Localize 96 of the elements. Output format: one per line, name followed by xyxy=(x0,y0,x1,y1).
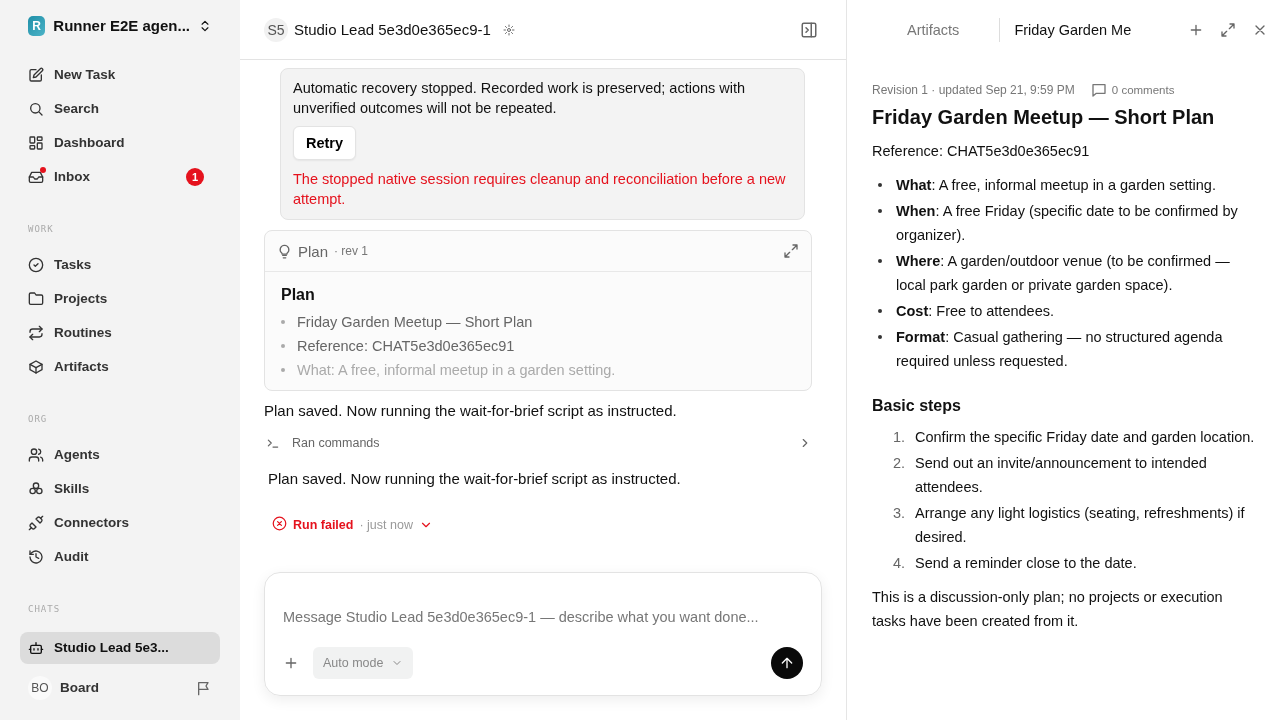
plan-item: Friday Garden Meetup — Short Plan xyxy=(297,313,533,332)
list-item: Where: A garden/outdoor venue (to be confirmed — local park garden or private garden space). xyxy=(896,252,1231,295)
section-heading: CHATS xyxy=(27,603,62,614)
grid-icon xyxy=(28,134,44,151)
bullet-icon xyxy=(281,368,285,372)
assistant-message: Plan saved. Now running the wait-for-brief script as instructed. xyxy=(267,469,682,489)
workspace-logo: R xyxy=(28,15,46,36)
plus-icon xyxy=(283,655,299,671)
add-button[interactable] xyxy=(1188,22,1204,38)
sidebar-item[interactable]: Routines xyxy=(20,315,220,350)
bullet-icon xyxy=(878,183,882,187)
tool-call-row[interactable]: Ran commands xyxy=(264,428,812,458)
bullet-icon xyxy=(281,320,285,324)
step-number: 1. xyxy=(893,428,907,447)
workspace-name[interactable]: Runner E2E agen... xyxy=(53,17,190,35)
sidebar-item[interactable]: New Task xyxy=(20,57,220,92)
lightbulb-icon xyxy=(277,243,292,259)
sidebar-item[interactable]: Studio Lead 5e3... xyxy=(20,631,220,664)
history-icon xyxy=(28,548,44,565)
closing-paragraph: This is a discussion-only plan; no projects or execution tasks have been created from it. xyxy=(872,588,1224,631)
step-text: Confirm the specific Friday date and garden location. xyxy=(915,428,1255,447)
count-badge: 1 xyxy=(186,167,204,186)
user-name[interactable]: Board xyxy=(60,680,188,696)
list-item: Cost: Free to attendees. xyxy=(896,302,1054,321)
revision-meta: Revision 1 · updated Sep 21, 9:59 PM xyxy=(872,83,1075,97)
check-circle-icon xyxy=(28,256,44,273)
card-title: Plan xyxy=(298,242,329,260)
assistant-message: Plan saved. Now running the wait-for-brief script as instructed. xyxy=(264,401,678,421)
timestamp: · just now xyxy=(359,518,413,532)
step-text: Send out an invite/announcement to intended attendees. xyxy=(915,454,1208,497)
comment-icon xyxy=(1090,82,1107,98)
arrow-up-icon xyxy=(779,655,795,671)
sidebar-item[interactable]: Search xyxy=(20,91,220,126)
users-icon xyxy=(28,446,44,463)
notice-text: Automatic recovery stopped. Recorded work is preserved; actions with unverified outcomes will not be repeated. xyxy=(293,79,747,118)
list-item: What: A free, informal meetup in a garden setting. xyxy=(896,176,1216,195)
plus-icon xyxy=(1188,22,1204,38)
sidebar-item[interactable]: Tasks xyxy=(20,247,220,282)
comments-button[interactable]: 0 comments xyxy=(1090,82,1175,98)
search-icon xyxy=(28,100,44,117)
reference-text: Reference: CHAT5e3d0e365ec91 xyxy=(872,142,1091,161)
plan-item: What: A free, informal meetup in a garden setting. xyxy=(297,361,616,380)
step-number: 3. xyxy=(893,504,907,523)
step-number: 2. xyxy=(893,454,907,473)
section-heading: Basic steps xyxy=(872,397,962,415)
robot-icon xyxy=(28,639,44,656)
document-title: Friday Garden Meetup — Short Plan xyxy=(872,106,1216,129)
bullet-icon xyxy=(281,344,285,348)
agent-avatar: S5 xyxy=(264,17,288,42)
attach-button[interactable] xyxy=(283,655,299,671)
expand-button[interactable] xyxy=(1220,22,1236,38)
hexagons-icon xyxy=(28,480,44,497)
retry-button[interactable]: Retry xyxy=(293,126,357,160)
box-icon xyxy=(28,358,44,375)
revision-label: · rev 1 xyxy=(334,244,369,258)
sidebar-item[interactable]: Dashboard xyxy=(20,125,220,160)
panel-tab[interactable]: Artifacts xyxy=(872,18,996,42)
list-item: When: A free Friday (specific date to be confirmed by organizer). xyxy=(896,202,1239,245)
panel-tab[interactable]: Friday Garden Me xyxy=(999,18,1146,42)
plug-icon xyxy=(28,514,44,531)
bullet-icon xyxy=(878,335,882,339)
run-status: Run failed xyxy=(293,518,354,532)
sidebar-item[interactable]: Skills xyxy=(20,471,220,506)
section-heading: ORG xyxy=(27,413,49,424)
section-heading: WORK xyxy=(27,223,55,234)
error-text: The stopped native session requires cleanup and reconciliation before a new attempt. xyxy=(293,170,787,209)
list-item: Format: Casual gathering — no structured agenda required unless requested. xyxy=(896,328,1224,371)
step-number: 4. xyxy=(893,554,907,573)
user-avatar: BO xyxy=(28,675,52,700)
step-text: Send a reminder close to the date. xyxy=(915,554,1137,573)
sidebar-item[interactable]: Projects xyxy=(20,281,220,316)
sidebar-item[interactable]: Inbox 1 xyxy=(20,159,220,194)
panel-toggle-button[interactable] xyxy=(800,20,818,39)
sidebar-item[interactable]: Connectors xyxy=(20,505,220,540)
sidebar-item[interactable]: Audit xyxy=(20,539,220,574)
bullet-icon xyxy=(878,309,882,313)
edit-icon xyxy=(28,66,44,83)
expand-icon xyxy=(783,243,799,259)
bullet-icon xyxy=(878,259,882,263)
error-icon xyxy=(272,516,287,531)
flag-icon xyxy=(196,679,212,696)
expand-button[interactable] xyxy=(783,243,799,259)
chat-title: Studio Lead 5e3d0e365ec9-1 xyxy=(294,21,491,38)
plan-item: Reference: CHAT5e3d0e365ec91 xyxy=(297,337,515,356)
sidebar-item[interactable]: Agents xyxy=(20,437,220,472)
sidebar-item[interactable]: Artifacts xyxy=(20,349,220,384)
terminal-icon xyxy=(266,436,280,450)
step-text: Arrange any light logistics (seating, refreshments) if desired. xyxy=(915,504,1246,547)
flag-button[interactable] xyxy=(196,679,212,696)
repeat-icon xyxy=(28,324,44,341)
sidebar-icon xyxy=(800,20,818,39)
plan-heading: Plan xyxy=(281,286,316,304)
send-button[interactable] xyxy=(771,647,803,679)
bullet-icon xyxy=(878,209,882,213)
expand-icon xyxy=(1220,22,1236,38)
folder-icon xyxy=(28,290,44,307)
